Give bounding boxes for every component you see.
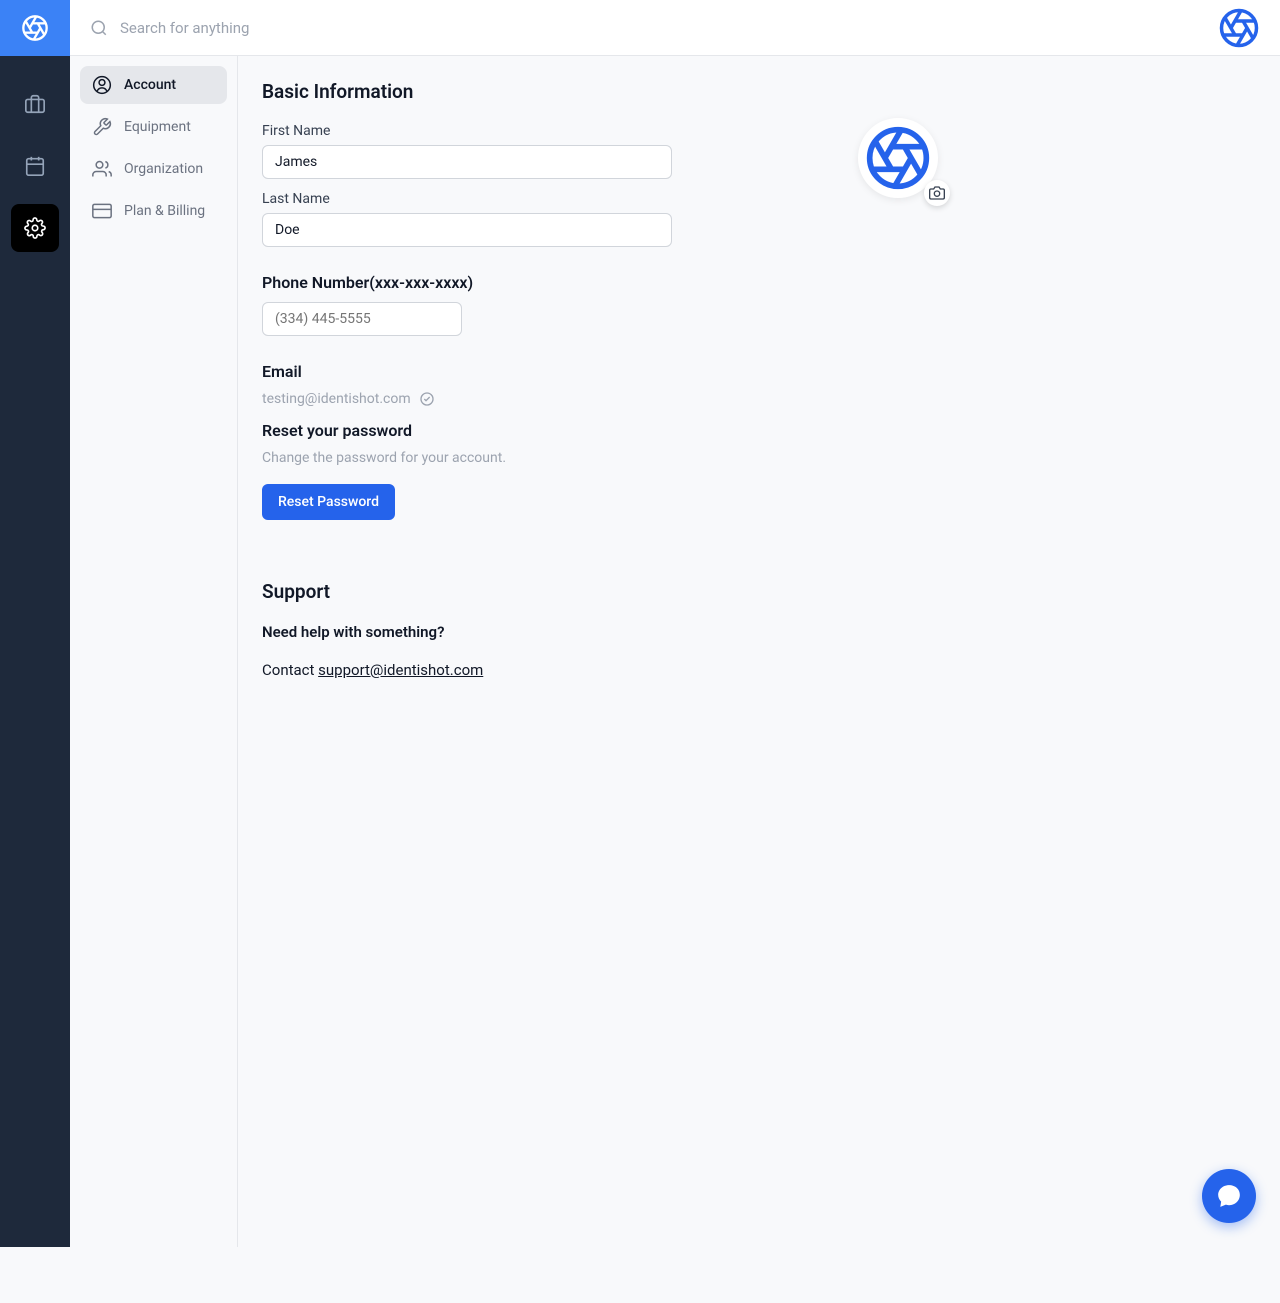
users-icon bbox=[92, 159, 112, 179]
aperture-icon bbox=[21, 14, 49, 42]
sidebar-item-label: Equipment bbox=[124, 119, 191, 135]
search-wrap bbox=[90, 19, 1218, 37]
last-name-input[interactable] bbox=[262, 213, 672, 247]
email-row: testing@identishot.com bbox=[262, 391, 1256, 407]
aperture-icon bbox=[1218, 7, 1260, 49]
nav-rail bbox=[0, 0, 70, 1247]
search-icon bbox=[90, 19, 108, 37]
credit-card-icon bbox=[92, 201, 112, 221]
aperture-icon bbox=[864, 124, 932, 192]
sidebar-item-billing[interactable]: Plan & Billing bbox=[80, 192, 227, 230]
sidebar-item-equipment[interactable]: Equipment bbox=[80, 108, 227, 146]
verified-icon bbox=[419, 391, 435, 407]
nav-projects[interactable] bbox=[11, 80, 59, 128]
chat-button[interactable] bbox=[1202, 1169, 1256, 1223]
email-value: testing@identishot.com bbox=[262, 391, 411, 407]
reset-password-button[interactable]: Reset Password bbox=[262, 484, 395, 520]
search-input[interactable] bbox=[120, 19, 520, 37]
gear-icon bbox=[24, 217, 46, 239]
phone-label: Phone Number(xxx-xxx-xxxx) bbox=[262, 273, 1256, 292]
settings-sidebar: Account Equipment Organization Plan & Bi… bbox=[70, 56, 238, 1247]
profile-picture-wrap bbox=[858, 118, 948, 208]
reset-password-title: Reset your password bbox=[262, 421, 1256, 440]
last-name-label: Last Name bbox=[262, 191, 1256, 207]
first-name-label: First Name bbox=[262, 123, 1256, 139]
phone-input[interactable] bbox=[262, 302, 462, 336]
first-name-input[interactable] bbox=[262, 145, 672, 179]
support-contact: Contact support@identishot.com bbox=[262, 661, 1256, 679]
nav-calendar[interactable] bbox=[11, 142, 59, 190]
sidebar-item-account[interactable]: Account bbox=[80, 66, 227, 104]
camera-icon bbox=[929, 185, 945, 201]
chat-icon bbox=[1216, 1183, 1242, 1209]
support-email-link[interactable]: support@identishot.com bbox=[318, 661, 483, 679]
main-content: Basic Information First Name Last Name P… bbox=[238, 56, 1280, 703]
briefcase-icon bbox=[24, 93, 46, 115]
reset-password-subtitle: Change the password for your account. bbox=[262, 450, 1256, 466]
user-icon bbox=[92, 75, 112, 95]
change-photo-button[interactable] bbox=[924, 180, 950, 206]
sidebar-item-label: Organization bbox=[124, 161, 203, 177]
logo[interactable] bbox=[0, 0, 70, 56]
support-question: Need help with something? bbox=[262, 623, 1256, 641]
nav-settings[interactable] bbox=[11, 204, 59, 252]
sidebar-item-label: Account bbox=[124, 77, 176, 93]
sidebar-item-label: Plan & Billing bbox=[124, 203, 205, 219]
calendar-icon bbox=[24, 155, 46, 177]
sidebar-item-organization[interactable]: Organization bbox=[80, 150, 227, 188]
top-avatar[interactable] bbox=[1218, 7, 1260, 49]
email-label: Email bbox=[262, 362, 1256, 381]
topbar bbox=[70, 0, 1280, 56]
tools-icon bbox=[92, 117, 112, 137]
basic-info-title: Basic Information bbox=[262, 80, 1256, 103]
support-title: Support bbox=[262, 580, 1256, 603]
support-prefix: Contact bbox=[262, 661, 318, 679]
